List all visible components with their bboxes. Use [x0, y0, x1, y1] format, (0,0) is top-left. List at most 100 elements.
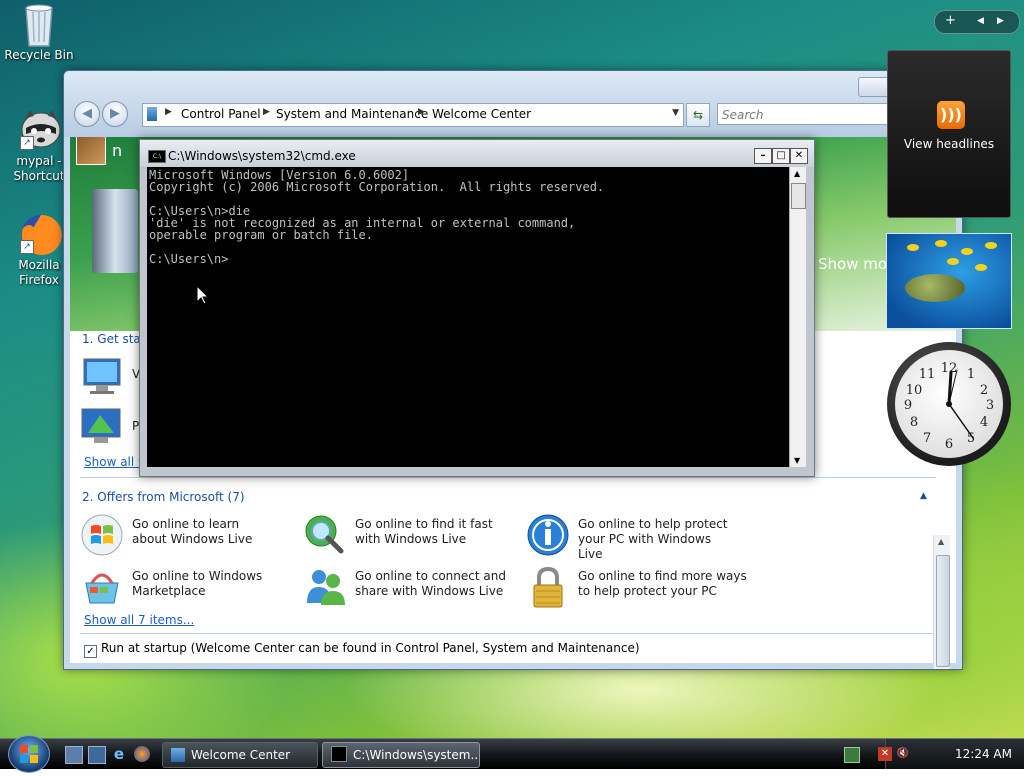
computer-icon [92, 189, 138, 273]
network-icon[interactable] [844, 747, 860, 763]
scrollbar-thumb[interactable] [936, 555, 950, 667]
shortcut-arrow-icon: ↗ [20, 136, 34, 150]
fish-shape [947, 258, 959, 265]
window-close-button[interactable] [858, 77, 890, 97]
desktop-icon-label: Recycle Bin [4, 48, 74, 62]
address-bar[interactable]: ▶ Control Panel ▶ System and Maintenance… [142, 103, 684, 127]
svg-text:10: 10 [906, 383, 923, 398]
chevron-down-icon[interactable]: ▼ [672, 108, 679, 118]
svg-text:8: 8 [910, 415, 918, 430]
svg-text:1: 1 [967, 367, 975, 382]
shopping-basket-icon [85, 573, 119, 604]
desktop: Recycle Bin ↗ mypal - Shortcut ↗ Mozilla… [0, 0, 1024, 738]
console-text: Microsoft Windows [Version 6.0.6002] Cop… [149, 168, 605, 266]
shortcut-arrow-icon: ↗ [20, 240, 34, 254]
clock-hands: 12 12 345 678 91011 [904, 361, 994, 452]
previous-page-icon[interactable]: ◀ [977, 11, 984, 31]
taskbar-clock[interactable]: 12:24 AM [955, 747, 1012, 761]
volume-muted-icon[interactable]: 🔇 [896, 747, 910, 761]
back-button[interactable]: ◀ [74, 101, 100, 127]
network-warning-icon[interactable]: ✕ [878, 747, 892, 761]
section-offers-title[interactable]: 2. Offers from Microsoft (7) [82, 490, 245, 504]
forward-button[interactable]: ▶ [102, 101, 128, 127]
start-button[interactable] [8, 735, 50, 773]
clock-face: 12 1 2 345 678 9 10 11 [895, 350, 1003, 458]
lock-icon [533, 566, 563, 608]
add-gadget-icon[interactable]: + [945, 11, 956, 31]
slideshow-gadget[interactable] [886, 233, 1012, 329]
breadcrumb-control-panel[interactable]: Control Panel [181, 107, 261, 121]
scroll-up-arrow-icon[interactable]: ▲ [938, 537, 944, 546]
fish-shape [985, 242, 997, 249]
monitor-icon [83, 358, 121, 394]
breadcrumb-system-and-maintenance[interactable]: System and Maintenance [276, 107, 428, 121]
taskbar-button-label: C:\Windows\system... [353, 748, 480, 762]
search-globe-icon [305, 515, 344, 554]
console-scrollbar[interactable]: ▲ ▼ [789, 167, 806, 467]
svg-text:11: 11 [919, 367, 936, 382]
close-button[interactable]: ✕ [790, 148, 808, 164]
divider [80, 477, 936, 478]
cmd-window-title: C:\Windows\system32\cmd.exe [168, 149, 356, 163]
fish-shape [975, 264, 987, 271]
minimize-button[interactable]: – [754, 148, 772, 164]
svg-text:9: 9 [904, 398, 912, 413]
cmd-title-bar[interactable]: C:\ C:\Windows\system32\cmd.exe – □ ✕ [140, 140, 814, 167]
divider [80, 633, 936, 634]
run-at-startup-option[interactable]: ✓ Run at startup (Welcome Center can be f… [84, 641, 640, 658]
raccoon-icon: ↗ [18, 108, 61, 150]
cmd-window[interactable]: C:\ C:\Windows\system32\cmd.exe – □ ✕ Mi… [139, 139, 815, 477]
fish-shape [935, 240, 947, 247]
offer-text: Go online to find more ways to help prot… [578, 569, 747, 598]
clock-gadget[interactable]: 12 1 2 345 678 9 10 11 [887, 342, 1011, 466]
maximize-button[interactable]: □ [772, 148, 790, 164]
feed-headlines-gadget[interactable]: ))) View headlines [887, 50, 1011, 218]
breadcrumb-separator-icon: ▶ [263, 107, 270, 117]
show-all-tasks-link[interactable]: Show all 9 [84, 455, 146, 469]
fish-shape [961, 248, 973, 255]
mouse-pointer-icon [197, 286, 209, 305]
sidebar-controls[interactable]: + ◀ ▶ [934, 10, 1020, 34]
refresh-button[interactable]: ⇆ [686, 103, 710, 127]
scrollbar-thumb[interactable] [791, 183, 806, 209]
fish-shape [907, 244, 919, 251]
svg-text:7: 7 [923, 431, 931, 446]
internet-explorer-icon[interactable]: e [111, 746, 127, 762]
taskbar-button-cmd[interactable]: C:\Windows\system... [322, 742, 480, 768]
recycle-bin-icon [18, 2, 60, 47]
show-all-offers-link[interactable]: Show all 7 items... [84, 613, 194, 627]
firefox-icon[interactable] [134, 746, 150, 762]
run-at-startup-label: Run at startup (Welcome Center can be fo… [101, 641, 640, 655]
offer-text: Go online to learn about Windows Live [132, 517, 253, 546]
control-panel-icon [147, 107, 157, 121]
content-scrollbar[interactable]: ▲ ▼ [933, 535, 950, 669]
search-input[interactable]: Search [717, 103, 897, 125]
offer-text: Go online to help protect your PC with W… [578, 517, 728, 561]
breadcrumb-welcome-center[interactable]: Welcome Center [432, 107, 531, 121]
taskbar-button-welcome-center[interactable]: Welcome Center [162, 742, 318, 768]
next-page-icon[interactable]: ▶ [997, 11, 1004, 31]
console-icon: C:\ [148, 150, 166, 163]
offer-text: Go online to find it fast with Windows L… [355, 517, 493, 546]
scroll-up-arrow-icon[interactable]: ▲ [794, 169, 800, 178]
show-desktop-icon[interactable] [65, 746, 83, 764]
rss-icon: ))) [937, 101, 965, 129]
svg-text:2: 2 [980, 383, 988, 398]
breadcrumb-separator-icon: ▶ [165, 107, 172, 117]
console-output[interactable]: Microsoft Windows [Version 6.0.6002] Cop… [147, 167, 789, 467]
firefox-icon: ↗ [18, 212, 62, 255]
switch-windows-icon[interactable] [88, 746, 106, 764]
offer-text: Go online to connect and share with Wind… [355, 569, 506, 598]
windows-logo-icon [81, 514, 123, 556]
windows-logo-icon [20, 745, 38, 763]
view-headlines-label[interactable]: View headlines [888, 137, 1010, 151]
breadcrumb-separator-icon: ▶ [418, 107, 425, 117]
people-icon [307, 570, 345, 605]
svg-text:4: 4 [980, 415, 988, 430]
taskbar-button-label: Welcome Center [191, 748, 291, 762]
desktop-icon-recycle-bin[interactable]: Recycle Bin [4, 2, 74, 63]
console-icon [331, 746, 347, 762]
run-at-startup-checkbox[interactable]: ✓ [84, 645, 97, 658]
collapse-chevron-icon[interactable]: ▲ [920, 491, 927, 501]
scroll-down-arrow-icon[interactable]: ▼ [794, 456, 800, 465]
